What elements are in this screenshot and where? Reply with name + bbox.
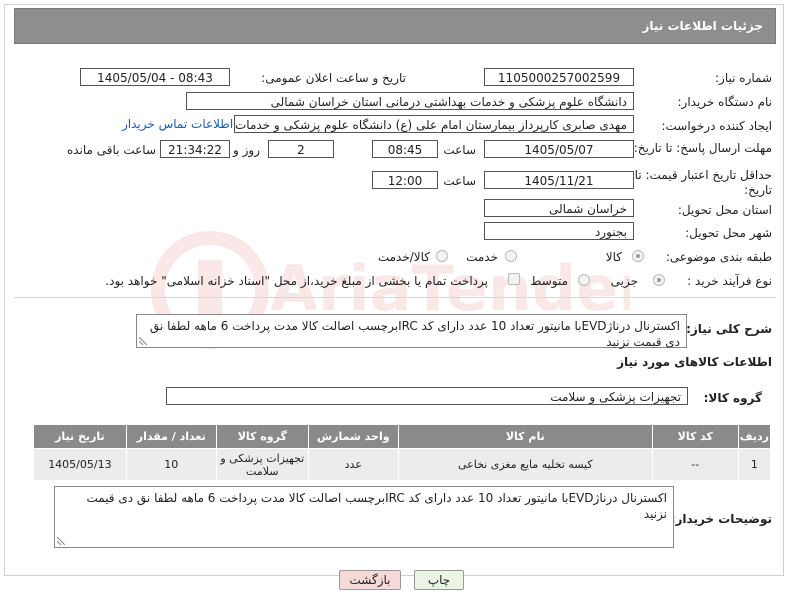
- remaining-time-field: 21:34:22: [160, 140, 230, 158]
- buyer-org-field: دانشگاه علوم پزشکی و خدمات بهداشتی درمان…: [186, 92, 634, 110]
- buyer-notes-textarea[interactable]: اکسترنال درناژEVDبا مانیتور تعداد 10 عدد…: [54, 486, 674, 548]
- validity-time-label: ساعت: [443, 174, 476, 188]
- deadline-time-label: ساعت: [443, 143, 476, 157]
- cell-row: 1: [737, 448, 772, 481]
- col-row: ردیف: [737, 424, 772, 449]
- description-textarea[interactable]: اکسترنال درناژEVDبا مانیتور تعداد 10 عدد…: [136, 314, 687, 349]
- resize-handle-icon[interactable]: [139, 337, 147, 345]
- process-minor-label: جزیی: [610, 274, 638, 288]
- cell-group: تجهیزات پزشکی و سلامت: [215, 448, 309, 481]
- city-field: بجنورد: [484, 222, 634, 240]
- print-button[interactable]: چاپ: [414, 570, 464, 590]
- col-date: تاریخ نیاز: [33, 424, 127, 449]
- process-label: نوع فرآیند خرید :: [687, 274, 772, 288]
- category-goods-label: کالا: [605, 250, 622, 264]
- deadline-date-field: 1405/05/07: [484, 140, 634, 158]
- remaining-label: ساعت باقی مانده: [66, 143, 156, 157]
- announce-label: تاریخ و ساعت اعلان عمومی:: [261, 71, 406, 85]
- process-medium-label: متوسط: [530, 274, 568, 288]
- creator-field: مهدی صابری کارپرداز بیمارستان امام علی (…: [234, 115, 634, 133]
- cell-unit: عدد: [307, 448, 399, 481]
- buyer-org-label: نام دستگاه خریدار:: [677, 95, 773, 109]
- category-service-label: خدمت: [466, 250, 498, 264]
- col-code: کد کالا: [651, 424, 739, 449]
- category-goods-service-radio[interactable]: [436, 250, 448, 262]
- validity-date-field: 1405/11/21: [484, 171, 634, 189]
- cell-name: کیسه تخلیه مایع مغزی نخاعی: [397, 448, 653, 481]
- col-name: نام کالا: [397, 424, 653, 449]
- buyer-notes-label: توضیحات خریدار:: [670, 512, 772, 526]
- goods-info-title: اطلاعات کالاهای مورد نیاز: [617, 355, 772, 369]
- col-unit: واحد شمارش: [307, 424, 399, 449]
- category-goods-radio[interactable]: [632, 250, 644, 262]
- deadline-time-field: 08:45: [372, 140, 438, 158]
- validity-time-field: 12:00: [372, 171, 438, 189]
- back-button[interactable]: بازگشت: [339, 570, 401, 590]
- col-group: گروه کالا: [215, 424, 309, 449]
- category-service-radio[interactable]: [505, 250, 517, 262]
- deadline-label: مهلت ارسال پاسخ: تا تاریخ:: [633, 141, 772, 155]
- validity-label: حداقل تاریخ اعتبار قیمت: تا تاریخ:: [634, 168, 772, 197]
- need-number-field: 1105000257002599: [484, 68, 634, 86]
- days-label: روز و: [233, 143, 260, 157]
- goods-group-label: گروه کالا:: [703, 391, 762, 405]
- contact-info-link[interactable]: اطلاعات تماس خریدار: [122, 117, 233, 131]
- buyer-notes-text: اکسترنال درناژEVDبا مانیتور تعداد 10 عدد…: [86, 491, 667, 521]
- category-label: طبقه بندی موضوعی:: [665, 250, 772, 264]
- city-label: شهر محل تحویل:: [685, 226, 772, 240]
- cell-date: 1405/05/13: [33, 448, 127, 481]
- province-field: خراسان شمالی: [484, 199, 634, 217]
- description-label: شرح کلی نیاز:: [686, 322, 772, 336]
- divider: [14, 297, 776, 298]
- treasury-payment-checkbox[interactable]: [508, 273, 520, 285]
- category-goods-service-label: کالا/خدمت: [377, 250, 430, 264]
- need-number-label: شماره نیاز:: [715, 71, 772, 85]
- announce-field: 1405/05/04 - 08:43: [80, 68, 230, 86]
- days-field: 2: [268, 140, 334, 158]
- table-header-row: ردیف کد کالا نام کالا واحد شمارش گروه کا…: [33, 424, 772, 449]
- treasury-payment-note: پرداخت تمام یا بخشی از مبلغ خرید،از محل …: [105, 274, 488, 288]
- creator-label: ایجاد کننده درخواست:: [661, 119, 772, 133]
- cell-code: --: [651, 448, 739, 481]
- cell-qty: 10: [125, 448, 217, 481]
- resize-handle-icon[interactable]: [57, 537, 65, 545]
- description-text: اکسترنال درناژEVDبا مانیتور تعداد 10 عدد…: [149, 319, 680, 349]
- process-minor-radio[interactable]: [653, 274, 665, 286]
- process-medium-radio[interactable]: [578, 274, 590, 286]
- province-label: استان محل تحویل:: [677, 203, 772, 217]
- items-table: ردیف کد کالا نام کالا واحد شمارش گروه کا…: [33, 424, 772, 481]
- page-title: جزئیات اطلاعات نیاز: [14, 8, 776, 44]
- table-row[interactable]: 1 -- کیسه تخلیه مایع مغزی نخاعی عدد تجهی…: [33, 448, 772, 481]
- col-qty: تعداد / مقدار: [125, 424, 217, 449]
- goods-group-field: تجهیزات پزشکی و سلامت: [166, 387, 688, 405]
